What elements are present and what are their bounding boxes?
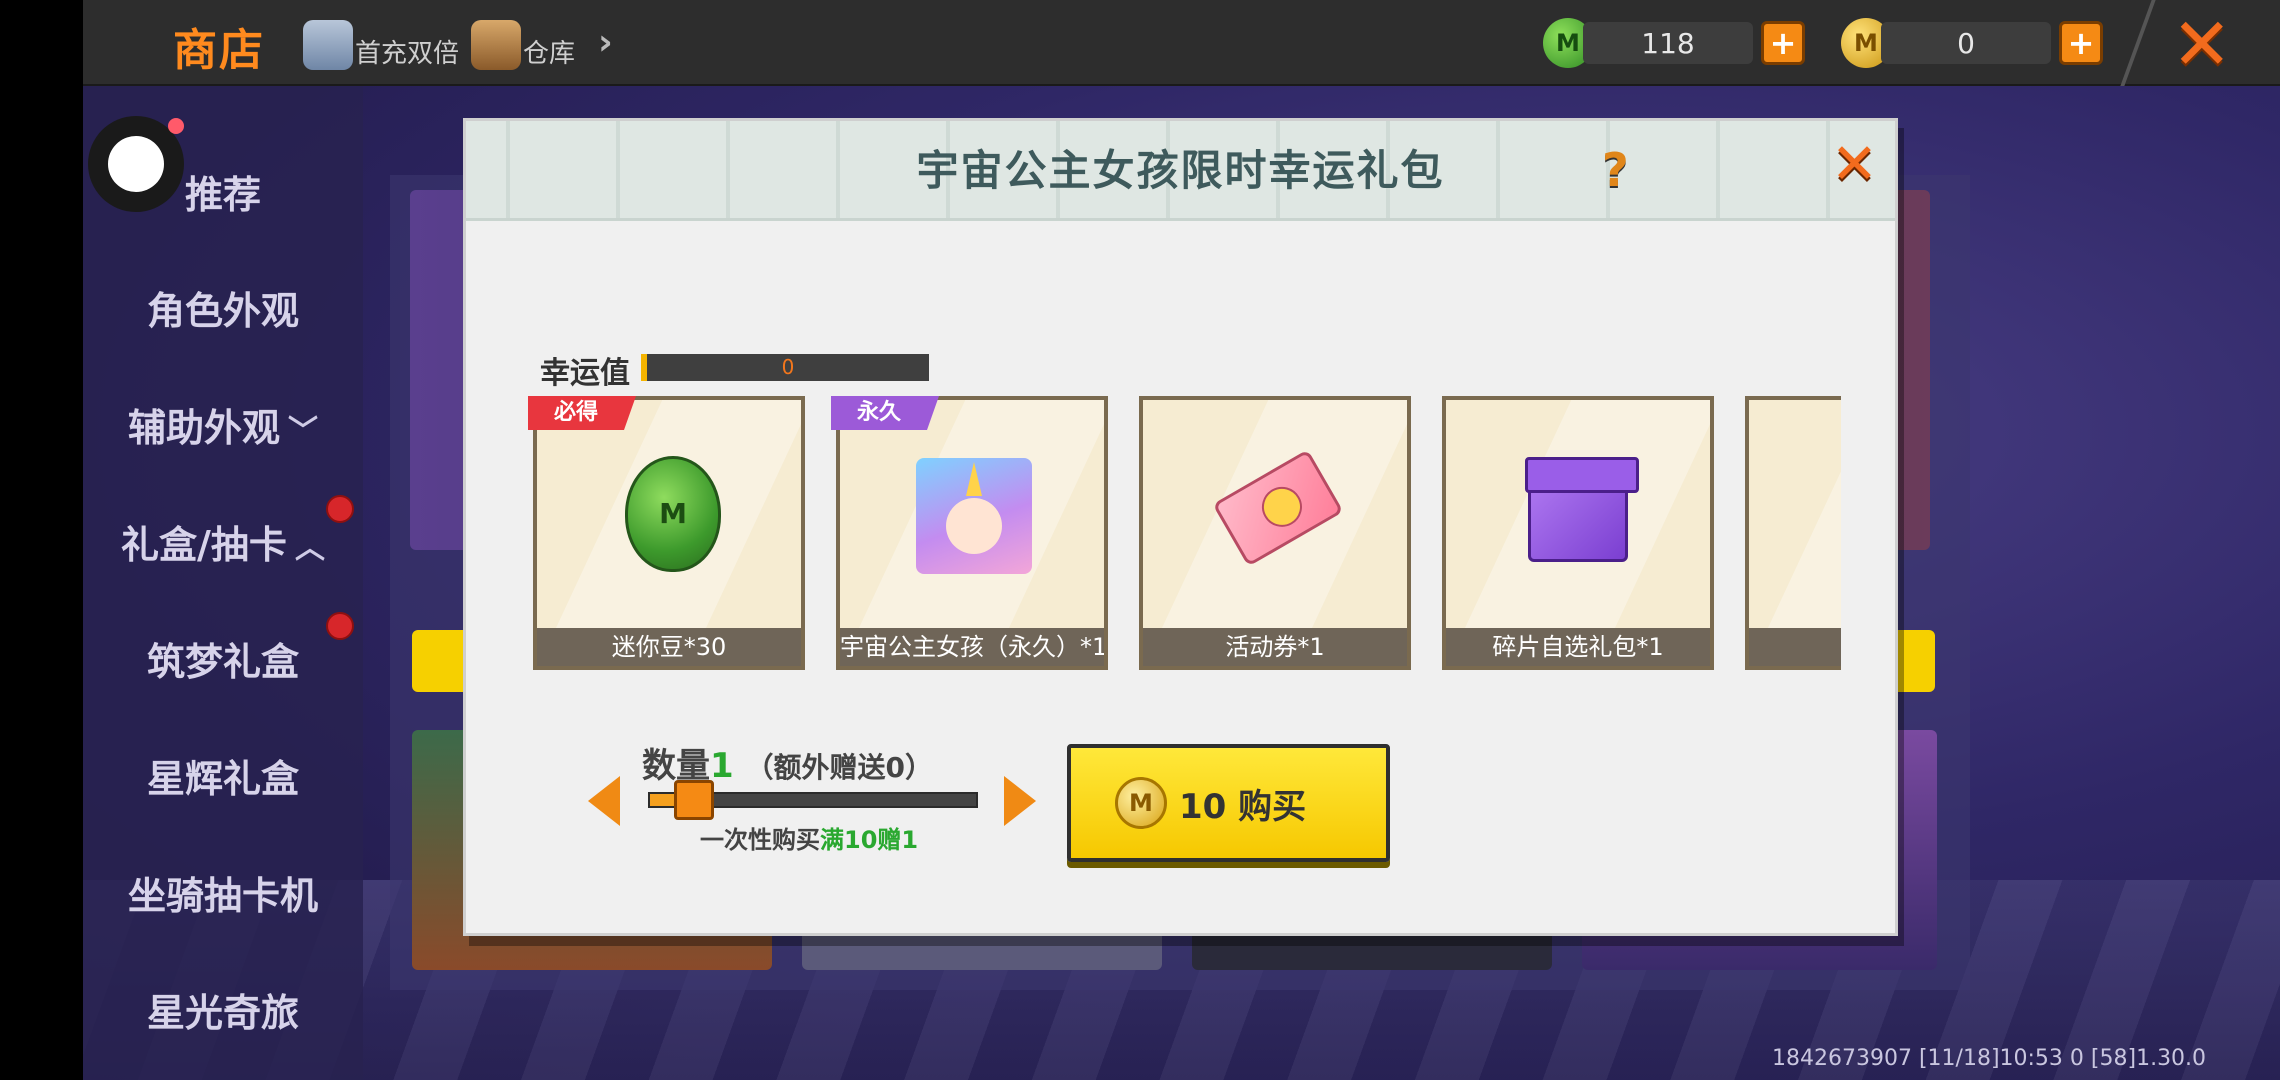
help-icon[interactable]: ? — [1602, 147, 1642, 195]
shop-title: 商店 — [173, 25, 265, 76]
reward-items-scroller[interactable]: M 迷你豆*30 宇宙公主女孩（永久）*1 活动券*1 碎片自选礼包*1 — [533, 396, 1841, 672]
sidebar-item-starlight-trip[interactable]: 星光奇旅 — [83, 982, 363, 1037]
buy-price: 10 — [1179, 786, 1227, 827]
chevron-down-icon: ﹀ — [288, 414, 318, 449]
reward-item-princess[interactable]: 宇宙公主女孩（永久）*1 — [836, 396, 1108, 670]
slider-fill — [650, 794, 677, 806]
reward-item-event-ticket[interactable]: 活动券*1 — [1139, 396, 1411, 670]
buy-label: 10 购买 — [1179, 779, 1306, 828]
more-tabs-arrow-icon[interactable]: › — [598, 22, 613, 63]
sidebar-item-label: 角色外观 — [146, 289, 299, 333]
floating-assistant-button[interactable] — [88, 116, 184, 212]
luck-value: 0 — [781, 355, 795, 379]
mini-coin-icon: M — [1115, 777, 1167, 829]
promo-text: 一次性购买 — [700, 826, 820, 854]
reward-caption: 宇宙公主女孩（永久）*1 — [840, 628, 1104, 666]
notification-dot — [168, 118, 184, 134]
close-shop-icon[interactable]: ✕ — [2172, 8, 2232, 80]
mini-bean-currency: M 118 + — [1543, 18, 1805, 68]
first-recharge-tab[interactable]: 首充双倍 — [303, 20, 459, 70]
notification-dot — [326, 495, 354, 523]
increase-quantity-arrow-icon[interactable] — [1004, 776, 1036, 826]
add-mini-coin-button[interactable]: + — [2059, 21, 2103, 65]
reward-caption — [1749, 628, 1841, 666]
sidebar-item-label: 星辉礼盒 — [146, 757, 299, 801]
luck-progress-bar: 0 — [641, 354, 929, 381]
reward-caption: 迷你豆*30 — [537, 628, 801, 666]
reward-item-mini-bean[interactable]: M 迷你豆*30 — [533, 396, 805, 670]
sidebar-item-dream-box[interactable]: 筑梦礼盒 — [83, 631, 363, 686]
princess-avatar-icon — [916, 458, 1032, 574]
bonus-value: 0 — [885, 751, 906, 784]
sidebar-item-mount-machine[interactable]: 坐骑抽卡机 — [83, 865, 363, 920]
buy-text: 购买 — [1238, 786, 1307, 827]
sidebar-item-label: 筑梦礼盒 — [146, 640, 299, 684]
warehouse-label: 仓库 — [523, 39, 576, 69]
sidebar-item-star-box[interactable]: 星辉礼盒 — [83, 748, 363, 803]
guaranteed-badge: 必得 — [528, 396, 637, 430]
mini-coin-currency: M 0 + — [1841, 18, 2103, 68]
slider-handle[interactable] — [674, 780, 715, 820]
bulk-purchase-promo: 一次性购买满10赠1 — [700, 820, 918, 855]
reward-caption: 活动券*1 — [1143, 628, 1407, 666]
dialog-header: 宇宙公主女孩限时幸运礼包 ? ✕ — [466, 121, 1895, 221]
uid-version-info: 1842673907 [11/18]10:53 0 [58]1.30.0 — [1772, 1046, 2207, 1071]
divider — [2120, 0, 2156, 86]
sidebar-item-character-skin[interactable]: 角色外观 — [83, 280, 363, 335]
sidebar-item-label: 星光奇旅 — [146, 991, 299, 1035]
decrease-quantity-arrow-icon[interactable] — [588, 776, 620, 826]
sidebar-item-label: 坐骑抽卡机 — [127, 874, 318, 918]
reward-item-fragment-box[interactable]: 碎片自选礼包*1 — [1442, 396, 1714, 670]
notification-dot — [326, 612, 354, 640]
bonus-close: ） — [905, 751, 934, 784]
mini-bean-icon: M — [625, 456, 721, 572]
reward-caption: 碎片自选礼包*1 — [1446, 628, 1710, 666]
bonus-label: （额外赠送 — [745, 751, 886, 784]
permanent-badge: 永久 — [831, 396, 940, 430]
reward-item-partial[interactable] — [1745, 396, 1841, 670]
shop-sidebar: 推荐 角色外观 辅助外观 ﹀ 礼盒/抽卡 ︿ 筑梦礼盒 星辉礼盒 坐骑抽卡机 星光奇… — [83, 86, 363, 1080]
sidebar-item-accessory-skin[interactable]: 辅助外观 ﹀ — [83, 397, 363, 452]
chevron-up-icon: ︿ — [294, 531, 325, 566]
warehouse-tab[interactable]: 仓库 — [471, 20, 575, 70]
mini-bean-value: 118 — [1583, 22, 1753, 64]
first-recharge-label: 首充双倍 — [355, 39, 460, 69]
fragment-gift-box-icon — [1525, 457, 1639, 562]
top-bar: 商店 首充双倍 仓库 › M 118 + M 0 + ✕ — [83, 0, 2280, 86]
promo-highlight: 满10赠1 — [820, 826, 919, 854]
buy-button[interactable]: M 10 购买 — [1067, 744, 1390, 862]
mini-coin-value: 0 — [1881, 22, 2051, 64]
dialog-title: 宇宙公主女孩限时幸运礼包 — [916, 146, 1445, 195]
luck-label: 幸运值 — [540, 356, 630, 391]
sidebar-item-gift-box-draw[interactable]: 礼盒/抽卡 ︿ — [83, 514, 363, 569]
floating-ball-icon — [108, 136, 164, 192]
sidebar-item-label: 礼盒/抽卡 — [121, 523, 287, 567]
add-mini-bean-button[interactable]: + — [1761, 21, 1805, 65]
close-dialog-icon[interactable]: ✕ — [1831, 137, 1878, 193]
sidebar-item-label: 推荐 — [184, 173, 261, 217]
sidebar-item-label: 辅助外观 — [127, 406, 280, 450]
piggy-icon — [303, 20, 353, 70]
warehouse-icon — [471, 20, 521, 70]
quantity-value: 1 — [710, 746, 734, 786]
